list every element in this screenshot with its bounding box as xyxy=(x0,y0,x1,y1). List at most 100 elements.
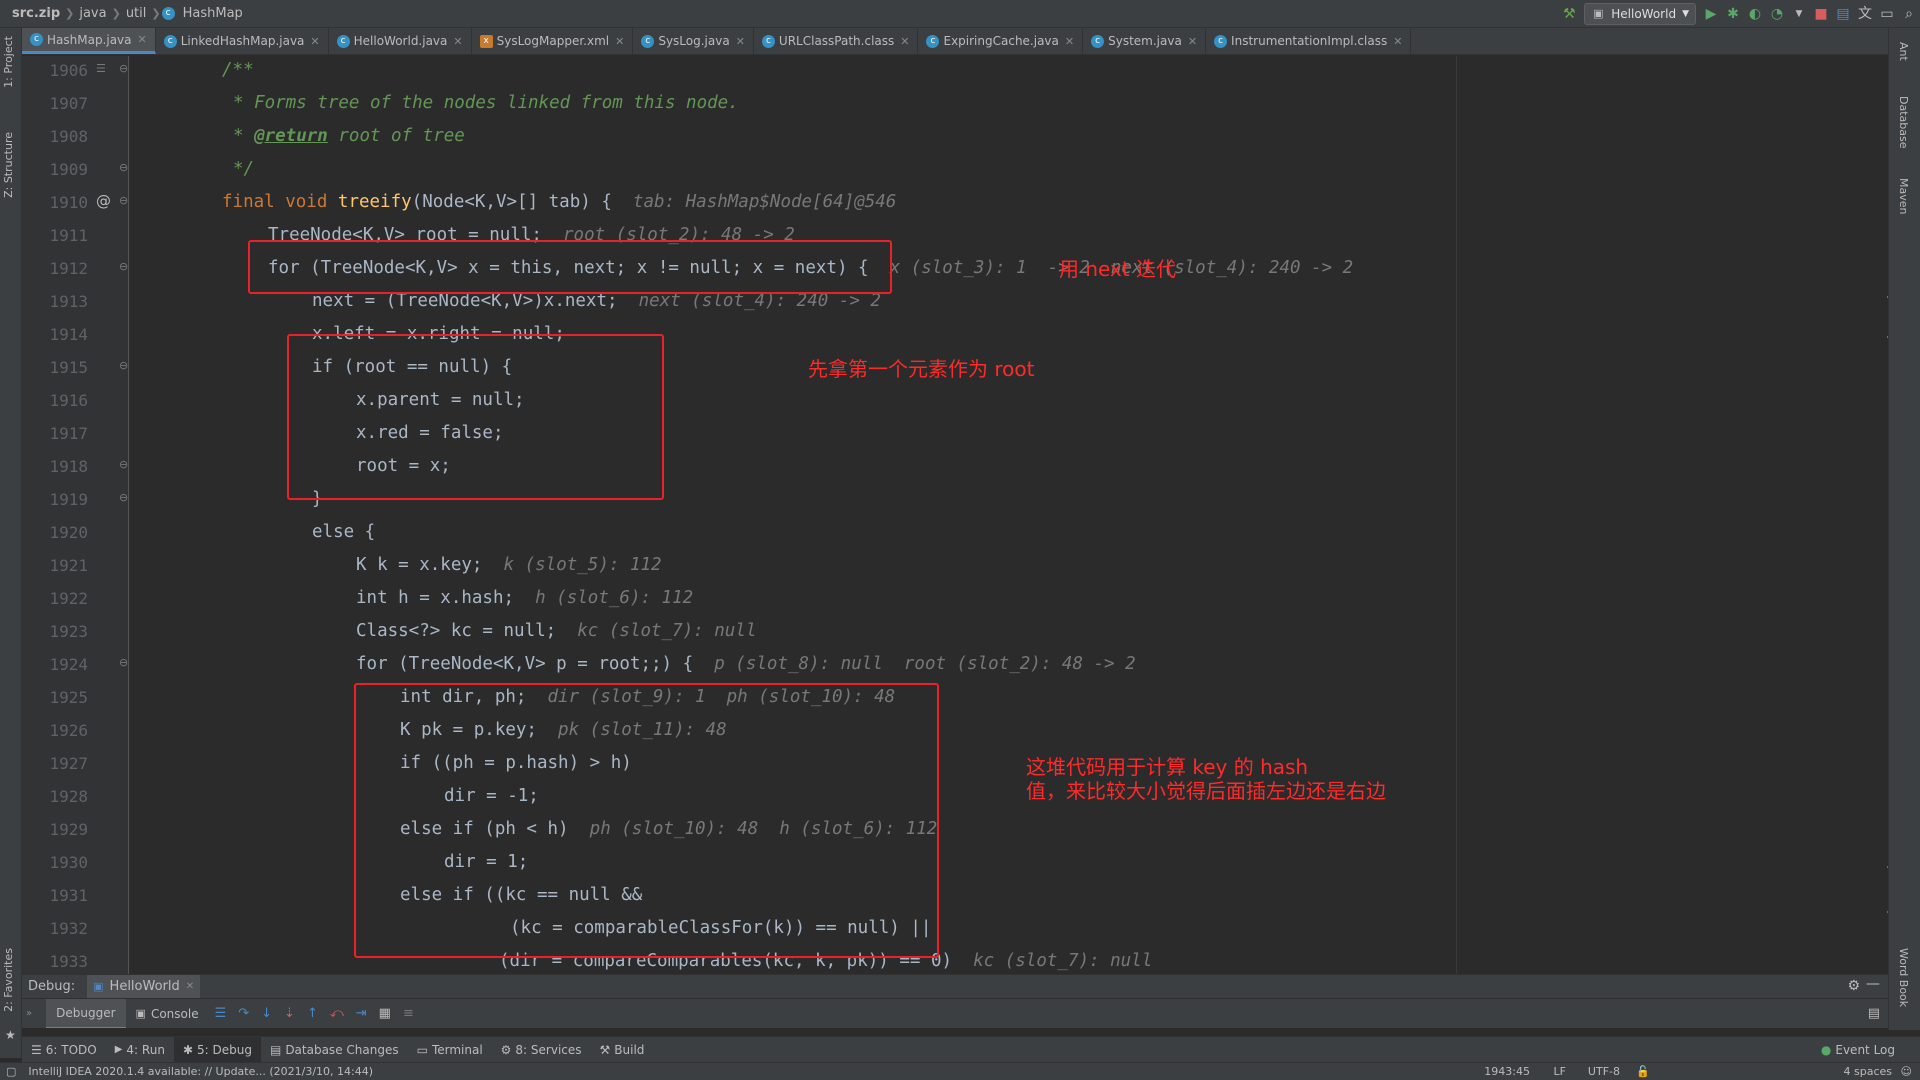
tab-linkedhashmap-java[interactable]: c LinkedHashMap.java ✕ xyxy=(156,28,329,54)
wordbook-tool-button[interactable]: Word Book xyxy=(1897,948,1910,1007)
indent-setting[interactable]: 4 spaces xyxy=(1844,1065,1893,1078)
close-icon[interactable]: ✕ xyxy=(736,35,745,48)
line-number-gutter[interactable]: 1906 1907 1908 1909 1910 1911 1912 1913 … xyxy=(22,56,129,974)
tab-syslogmapper-xml[interactable]: x SysLogMapper.xml ✕ xyxy=(472,28,634,54)
doc-toggle-icon[interactable]: ☰ xyxy=(96,62,106,75)
close-icon[interactable]: ✕ xyxy=(1393,35,1402,48)
line-number: 1919 xyxy=(49,490,88,509)
breadcrumb-src-zip[interactable]: src.zip xyxy=(8,6,64,21)
event-log-icon: ● xyxy=(1820,1042,1832,1057)
fold-icon[interactable]: ⊖ xyxy=(119,491,128,504)
close-icon[interactable]: ✕ xyxy=(138,33,147,46)
fold-icon[interactable]: ⊖ xyxy=(119,260,128,273)
window-icon[interactable]: ▭ xyxy=(1880,7,1894,21)
lock-icon[interactable]: 🔓 xyxy=(1636,1065,1650,1078)
tool-services[interactable]: ⚙ 8: Services xyxy=(492,1037,591,1063)
stop-icon[interactable]: ■ xyxy=(1814,7,1828,21)
layout-icon[interactable]: ☰ xyxy=(215,1006,227,1021)
tab-syslog-java[interactable]: c SysLog.java ✕ xyxy=(633,28,754,54)
tab-expiringcache-java[interactable]: c ExpiringCache.java ✕ xyxy=(918,28,1084,54)
tab-instrumentationimpl-class[interactable]: c InstrumentationImpl.class ✕ xyxy=(1206,28,1412,54)
fold-icon[interactable]: ⊖ xyxy=(119,62,128,75)
code-editor[interactable]: /** * Forms tree of the nodes linked fro… xyxy=(129,56,1888,974)
override-marker-icon[interactable]: @ xyxy=(96,192,111,210)
fold-icon[interactable]: ⊖ xyxy=(119,458,128,471)
debug-session-tab[interactable]: ▣ HelloWorld ✕ xyxy=(87,974,201,999)
restore-layout-icon[interactable]: ▤ xyxy=(1868,1006,1880,1021)
fold-icon[interactable]: ⊖ xyxy=(119,359,128,372)
profile-icon[interactable]: ◔ xyxy=(1770,7,1784,21)
tab-debugger[interactable]: Debugger xyxy=(46,998,126,1029)
coverage-icon[interactable]: ◐ xyxy=(1748,7,1762,21)
class-icon: c xyxy=(163,34,177,48)
run-config-label: HelloWorld xyxy=(1611,7,1677,21)
tool-build[interactable]: ⚒ Build xyxy=(591,1037,654,1063)
step-into-icon[interactable]: ↓ xyxy=(261,1006,272,1021)
line-number: 1920 xyxy=(49,523,88,542)
status-message[interactable]: IntelliJ IDEA 2020.1.4 available: // Upd… xyxy=(28,1065,373,1078)
trace-icon[interactable]: ≡ xyxy=(403,1006,414,1021)
evaluate-icon[interactable]: ▦ xyxy=(379,1006,391,1021)
line-separator[interactable]: LF xyxy=(1554,1065,1566,1078)
step-over-icon[interactable]: ↷ xyxy=(238,1006,249,1021)
maven-tool-button[interactable]: Maven xyxy=(1897,178,1910,214)
file-encoding[interactable]: UTF-8 xyxy=(1588,1065,1620,1078)
run-icon[interactable]: ▶ xyxy=(1704,7,1718,21)
status-window-icon[interactable]: ▢ xyxy=(6,1065,16,1078)
tab-urlclasspath-class[interactable]: c URLClassPath.class ✕ xyxy=(754,28,919,54)
tool-debug[interactable]: ✱ 5: Debug xyxy=(173,1036,261,1063)
hammer-icon[interactable]: ⚒ xyxy=(1562,7,1576,21)
force-step-into-icon[interactable]: ⇣ xyxy=(284,1006,295,1021)
minimize-icon[interactable]: — xyxy=(1866,976,1880,992)
fold-icon[interactable]: ⊖ xyxy=(119,656,128,669)
fold-icon[interactable]: ⊖ xyxy=(119,161,128,174)
code-text: next = (TreeNode<K,V>)x.next; xyxy=(312,291,618,311)
close-icon[interactable]: ✕ xyxy=(1188,35,1197,48)
breadcrumb-java[interactable]: java xyxy=(75,6,110,21)
tab-helloworld-java[interactable]: c HelloWorld.java ✕ xyxy=(329,28,472,54)
step-out-icon[interactable]: ↑ xyxy=(307,1006,318,1021)
expand-icon[interactable]: » xyxy=(26,1008,32,1019)
close-icon[interactable]: ✕ xyxy=(1065,35,1074,48)
tab-system-java[interactable]: c System.java ✕ xyxy=(1083,28,1207,54)
fold-icon[interactable]: ⊖ xyxy=(119,194,128,207)
line-number: 1910 xyxy=(49,193,88,212)
favorites-tool-button[interactable]: 2: Favorites xyxy=(2,948,15,1012)
annotation-box-compare xyxy=(354,683,939,958)
tool-terminal[interactable]: ▭ Terminal xyxy=(408,1037,492,1063)
tool-database-changes[interactable]: ▤ Database Changes xyxy=(261,1037,408,1063)
code-text: Class<?> kc = null; xyxy=(356,621,557,641)
code-text: /** xyxy=(222,60,254,80)
run-to-cursor-icon[interactable]: ⇥ xyxy=(356,1006,367,1021)
breadcrumb-util[interactable]: util xyxy=(122,6,151,21)
translate-icon[interactable]: 文 xyxy=(1858,7,1872,21)
code-line: final void treeify(Node<K,V>[] tab) { ta… xyxy=(222,192,896,212)
database-tool-button[interactable]: Database xyxy=(1897,96,1910,149)
code-text: */ xyxy=(233,159,255,179)
line-number: 1914 xyxy=(49,325,88,344)
debug-icon[interactable]: ✱ xyxy=(1726,7,1740,21)
inspector-icon[interactable]: ☺ xyxy=(1901,1065,1912,1078)
run-config-selector[interactable]: ▣ HelloWorld ▼ xyxy=(1584,3,1696,25)
close-icon[interactable]: ✕ xyxy=(310,35,319,48)
tab-hashmap-java[interactable]: c HashMap.java ✕ xyxy=(22,28,156,54)
tool-event-log[interactable]: ● Event Log xyxy=(1812,1037,1904,1063)
close-icon[interactable]: ✕ xyxy=(186,981,194,992)
tab-label: HashMap.java xyxy=(47,32,132,47)
structure-tool-button[interactable]: Z: Structure xyxy=(2,132,15,198)
close-icon[interactable]: ✕ xyxy=(900,35,909,48)
tool-run[interactable]: ▶ 4: Run xyxy=(106,1037,174,1063)
close-icon[interactable]: ✕ xyxy=(453,35,462,48)
project-tool-button[interactable]: 1: Project xyxy=(2,36,15,88)
breadcrumb-hashmap[interactable]: HashMap xyxy=(179,6,247,21)
caret-position[interactable]: 1943:45 xyxy=(1484,1065,1530,1078)
drop-frame-icon[interactable]: ⤺ xyxy=(330,1006,344,1021)
ant-tool-button[interactable]: Ant xyxy=(1897,42,1910,61)
search-icon[interactable]: ⌕ xyxy=(1902,7,1916,21)
tool-todo[interactable]: ☰ 6: TODO xyxy=(22,1037,106,1063)
chevron-down-icon[interactable]: ▼ xyxy=(1792,7,1806,21)
project-structure-icon[interactable]: ▤ xyxy=(1836,7,1850,21)
console-tab[interactable]: ▣ Console xyxy=(126,999,209,1029)
close-icon[interactable]: ✕ xyxy=(615,35,624,48)
gear-icon[interactable]: ⚙ xyxy=(1847,978,1860,994)
